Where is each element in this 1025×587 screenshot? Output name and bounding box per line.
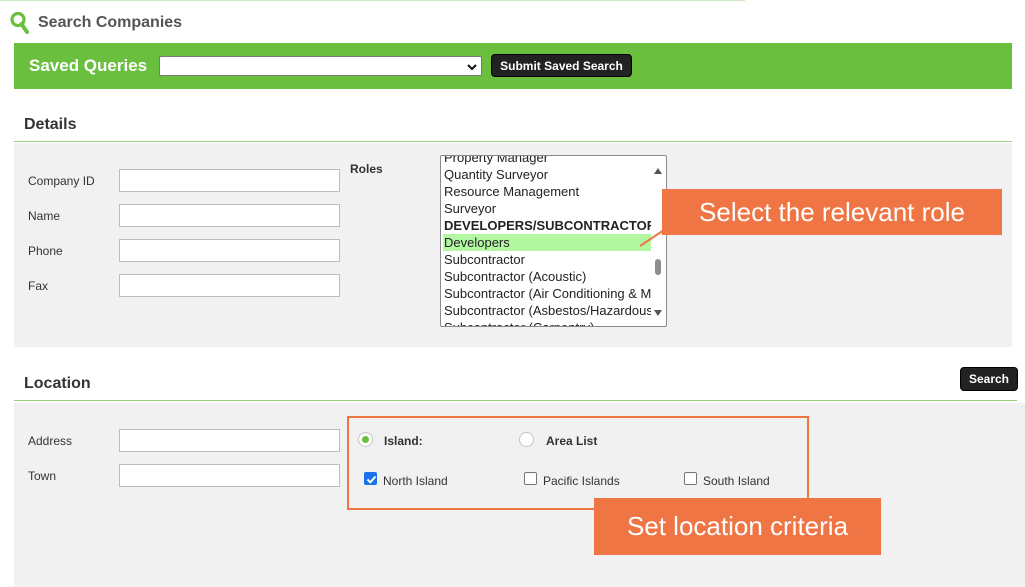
search-icon [10, 11, 30, 35]
name-label: Name [28, 209, 61, 223]
scroll-up-icon[interactable] [654, 161, 662, 179]
top-divider [0, 0, 745, 1]
details-heading: Details [24, 116, 77, 133]
company-id-field[interactable] [119, 169, 340, 192]
roles-options: Property Manager Quantity Surveyor Resourc… [443, 156, 651, 326]
page-header: Search Companies [10, 9, 182, 37]
chevron-down-icon [466, 60, 478, 78]
roles-option[interactable]: Subcontractor (Air Conditioning & Mechan… [443, 285, 651, 302]
company-id-label: Company ID [28, 174, 95, 188]
area-list-radio-label: Area List [546, 434, 598, 448]
address-field[interactable] [119, 429, 340, 452]
roles-option[interactable]: Property Manager [443, 156, 651, 166]
location-callout: Set location criteria [594, 498, 881, 555]
role-callout: Select the relevant role [662, 189, 1002, 235]
island-radio-label: Island: [384, 434, 423, 448]
roles-option[interactable]: Quantity Surveyor [443, 166, 651, 183]
check-icon [366, 475, 377, 484]
saved-queries-label: Saved Queries [29, 56, 148, 75]
pacific-islands-label: Pacific Islands [543, 474, 620, 488]
page-title: Search Companies [38, 14, 183, 31]
roles-option[interactable]: Surveyor [443, 200, 651, 217]
north-island-label: North Island [383, 474, 448, 488]
scroll-thumb[interactable] [655, 259, 661, 275]
roles-group-header: DEVELOPERS/SUBCONTRACTORS [444, 218, 651, 233]
location-criteria-highlight [347, 416, 809, 510]
phone-label: Phone [28, 244, 63, 258]
island-radio[interactable] [358, 432, 373, 447]
roles-option[interactable]: Subcontractor (Carpentry) [443, 319, 651, 326]
pacific-islands-checkbox[interactable] [524, 472, 537, 485]
saved-queries-select[interactable] [159, 56, 482, 76]
location-section-header: Location [14, 367, 1017, 401]
roles-option[interactable]: Resource Management [443, 183, 651, 200]
town-label: Town [28, 469, 57, 483]
fax-label: Fax [28, 279, 49, 293]
fax-field[interactable] [119, 274, 340, 297]
roles-option[interactable]: Subcontractor (Acoustic) [443, 268, 651, 285]
south-island-checkbox[interactable] [684, 472, 697, 485]
roles-label: Roles [350, 162, 383, 176]
phone-field[interactable] [119, 239, 340, 262]
name-field[interactable] [119, 204, 340, 227]
north-island-checkbox[interactable] [364, 472, 377, 485]
area-list-radio[interactable] [519, 432, 534, 447]
roles-option[interactable]: Subcontractor (Asbestos/Hazardous) [443, 302, 651, 319]
address-label: Address [28, 434, 73, 448]
scroll-down-icon[interactable] [654, 303, 662, 321]
submit-saved-search-button[interactable]: Submit Saved Search [491, 54, 632, 77]
roles-option[interactable]: Developers [443, 234, 651, 251]
south-island-label: South Island [703, 474, 770, 488]
saved-queries-bar: Saved Queries Submit Saved Search [14, 43, 1012, 89]
search-button[interactable]: Search [960, 367, 1018, 391]
details-section-header: Details [14, 108, 1012, 142]
roles-option[interactable]: Subcontractor [443, 251, 651, 268]
roles-listbox[interactable]: Property Manager Quantity Surveyor Resourc… [440, 155, 667, 327]
town-field[interactable] [119, 464, 340, 487]
location-heading: Location [24, 375, 91, 392]
